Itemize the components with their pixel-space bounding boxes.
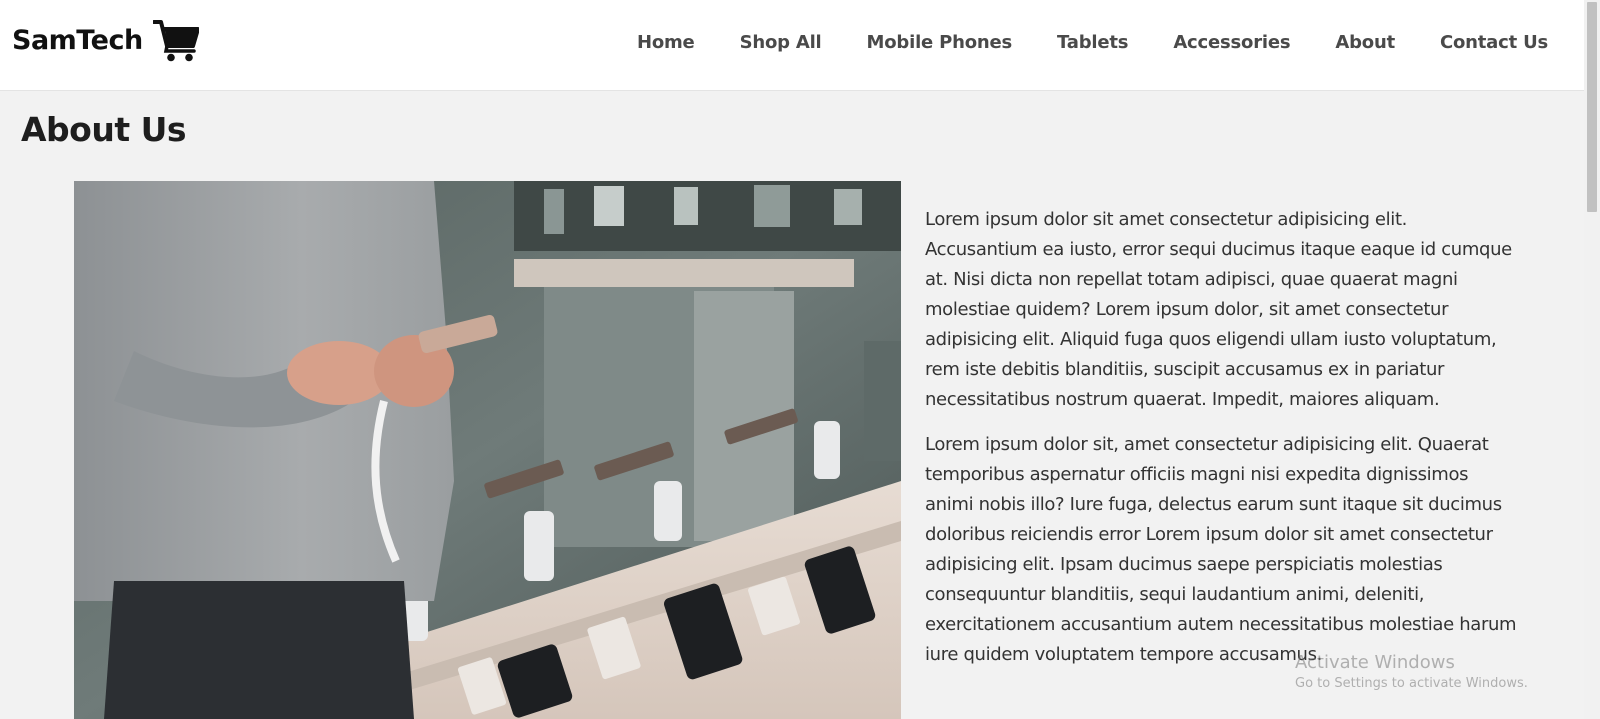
- main-nav: Home Shop All Mobile Phones Tablets Acce…: [637, 32, 1548, 53]
- nav-link-home[interactable]: Home: [637, 32, 695, 53]
- top-navbar: SamTech Home Shop All Mobile Phones Tabl…: [0, 0, 1584, 91]
- about-paragraph: Lorem ipsum dolor sit, amet consectetur …: [925, 434, 1517, 665]
- page-title: About Us: [21, 110, 187, 149]
- watermark-subtitle: Go to Settings to activate Windows.: [1295, 676, 1528, 691]
- activate-windows-watermark: Activate Windows Go to Settings to activ…: [1295, 652, 1528, 694]
- brand-name: SamTech: [12, 24, 143, 56]
- shopping-cart-icon: [152, 20, 199, 62]
- about-text: Lorem ipsum dolor sit amet consectetur a…: [925, 205, 1520, 685]
- nav-link-mobile-phones[interactable]: Mobile Phones: [867, 32, 1013, 53]
- store-photo: [74, 181, 901, 719]
- nav-link-about[interactable]: About: [1335, 32, 1395, 53]
- nav-link-tablets[interactable]: Tablets: [1057, 32, 1128, 53]
- about-paragraph: Lorem ipsum dolor sit amet consectetur a…: [925, 209, 1512, 410]
- vertical-scrollbar[interactable]: [1584, 0, 1600, 719]
- nav-link-contact-us[interactable]: Contact Us: [1440, 32, 1548, 53]
- scrollbar-thumb[interactable]: [1587, 2, 1597, 212]
- brand-logo-link[interactable]: SamTech: [12, 18, 199, 62]
- watermark-title: Activate Windows: [1295, 652, 1455, 673]
- nav-link-shop-all[interactable]: Shop All: [740, 32, 822, 53]
- nav-link-accessories[interactable]: Accessories: [1173, 32, 1290, 53]
